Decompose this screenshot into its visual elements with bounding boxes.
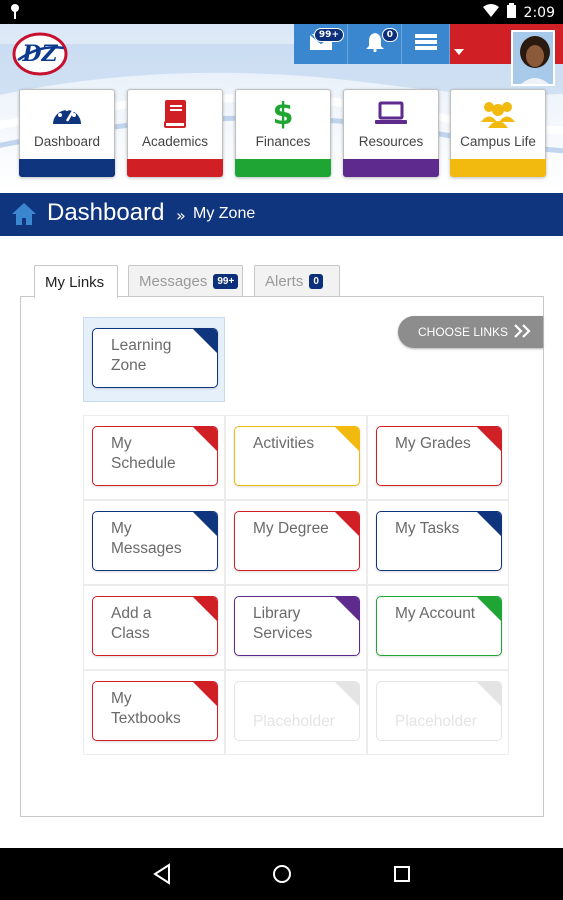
- profile-dropdown-button[interactable]: [450, 24, 510, 64]
- tab-messages-label: Messages: [139, 273, 208, 290]
- link-placeholder[interactable]: Placeholder: [376, 681, 502, 741]
- page-title-banner: Dashboard » My Zone: [0, 193, 563, 236]
- caret-down-icon: [454, 40, 464, 59]
- link-add-a-class[interactable]: Add a Class: [92, 596, 218, 656]
- pin-icon: [10, 3, 20, 23]
- nav-resources-label: Resources: [358, 134, 424, 149]
- nav-academics-bar: [127, 159, 223, 177]
- choose-links-label: CHOOSE LINKS: [418, 325, 509, 339]
- link-learning-zone[interactable]: Learning Zone: [92, 328, 218, 388]
- link-library-services[interactable]: Library Services: [234, 596, 360, 656]
- alerts-button[interactable]: 0: [348, 24, 402, 64]
- link-cell: Placeholder: [367, 670, 509, 755]
- page-title: Dashboard: [47, 199, 165, 226]
- tab-alerts-label: Alerts: [265, 273, 304, 290]
- breadcrumb-current: My Zone: [193, 205, 256, 222]
- dollar-icon: $: [272, 97, 294, 132]
- messages-button[interactable]: 99+: [294, 24, 348, 64]
- link-my-messages[interactable]: My Messages: [92, 511, 218, 571]
- tab-alerts[interactable]: Alerts 0: [254, 265, 340, 297]
- people-icon: [451, 100, 545, 130]
- nav-resources[interactable]: Resources: [343, 89, 439, 177]
- tab-my-links[interactable]: My Links: [34, 265, 118, 298]
- logo-text: DZ: [21, 41, 58, 67]
- link-my-textbooks[interactable]: My Textbooks: [92, 681, 218, 741]
- list-icon: [414, 33, 437, 55]
- nav-finances-label: Finances: [255, 134, 311, 149]
- tab-my-links-label: My Links: [45, 273, 105, 291]
- alerts-badge: 0: [381, 28, 398, 42]
- link-cell: My Grades: [367, 415, 509, 500]
- book-icon: [128, 100, 222, 130]
- user-avatar[interactable]: [511, 30, 555, 86]
- double-chevron-right-icon: [514, 323, 532, 341]
- nav-academics[interactable]: Academics: [127, 89, 223, 177]
- nav-academics-label: Academics: [141, 134, 209, 149]
- link-cell: Placeholder: [225, 670, 367, 755]
- breadcrumb-separator: »: [176, 206, 186, 225]
- nav-dashboard-label: Dashboard: [33, 134, 101, 149]
- nav-dashboard[interactable]: Dashboard: [19, 89, 115, 177]
- wifi-icon: [482, 3, 499, 22]
- nav-campus-life[interactable]: Campus Life: [450, 89, 546, 177]
- app-logo[interactable]: DZ: [12, 30, 68, 78]
- nav-dashboard-bar: [19, 159, 115, 177]
- choose-links-button[interactable]: CHOOSE LINKS: [398, 316, 543, 348]
- link-cell: My Degree: [225, 500, 367, 585]
- back-icon[interactable]: [151, 862, 175, 886]
- laptop-icon: [344, 100, 438, 130]
- link-cell: Learning Zone: [83, 317, 225, 402]
- speedometer-icon: [20, 100, 114, 130]
- link-activities[interactable]: Activities: [234, 426, 360, 486]
- link-cell: My Schedule: [83, 415, 225, 500]
- nav-finances-bar: [235, 159, 331, 177]
- status-bar: 2:09: [0, 0, 563, 24]
- link-my-schedule[interactable]: My Schedule: [92, 426, 218, 486]
- recents-icon[interactable]: [390, 862, 414, 886]
- home-button-icon[interactable]: [270, 862, 294, 886]
- system-nav-bar: [0, 848, 563, 900]
- link-cell: Add a Class: [83, 585, 225, 670]
- nav-campus-life-bar: [450, 159, 546, 177]
- nav-campus-life-label: Campus Life: [460, 134, 536, 149]
- home-icon[interactable]: [11, 202, 37, 226]
- link-cell: Library Services: [225, 585, 367, 670]
- battery-icon: [506, 3, 516, 22]
- nav-finances[interactable]: $ Finances: [235, 89, 331, 177]
- header-toolbar: 99+ 0: [294, 24, 510, 64]
- link-cell: My Textbooks: [83, 670, 225, 755]
- link-my-grades[interactable]: My Grades: [376, 426, 502, 486]
- tab-messages[interactable]: Messages 99+: [128, 265, 243, 297]
- link-my-degree[interactable]: My Degree: [234, 511, 360, 571]
- menu-button[interactable]: [402, 24, 450, 64]
- nav-resources-bar: [343, 159, 439, 177]
- tab-messages-count: 99+: [213, 274, 239, 289]
- link-cell: My Tasks: [367, 500, 509, 585]
- messages-badge: 99+: [313, 28, 344, 42]
- link-cell: Activities: [225, 415, 367, 500]
- link-cell: My Account: [367, 585, 509, 670]
- link-placeholder[interactable]: Placeholder: [234, 681, 360, 741]
- link-my-tasks[interactable]: My Tasks: [376, 511, 502, 571]
- app-header: DZ 99+ 0 Dashboard Academics $ Finances …: [0, 24, 563, 191]
- tab-alerts-count: 0: [309, 274, 323, 289]
- link-my-account[interactable]: My Account: [376, 596, 502, 656]
- link-cell: My Messages: [83, 500, 225, 585]
- status-time: 2:09: [523, 4, 555, 21]
